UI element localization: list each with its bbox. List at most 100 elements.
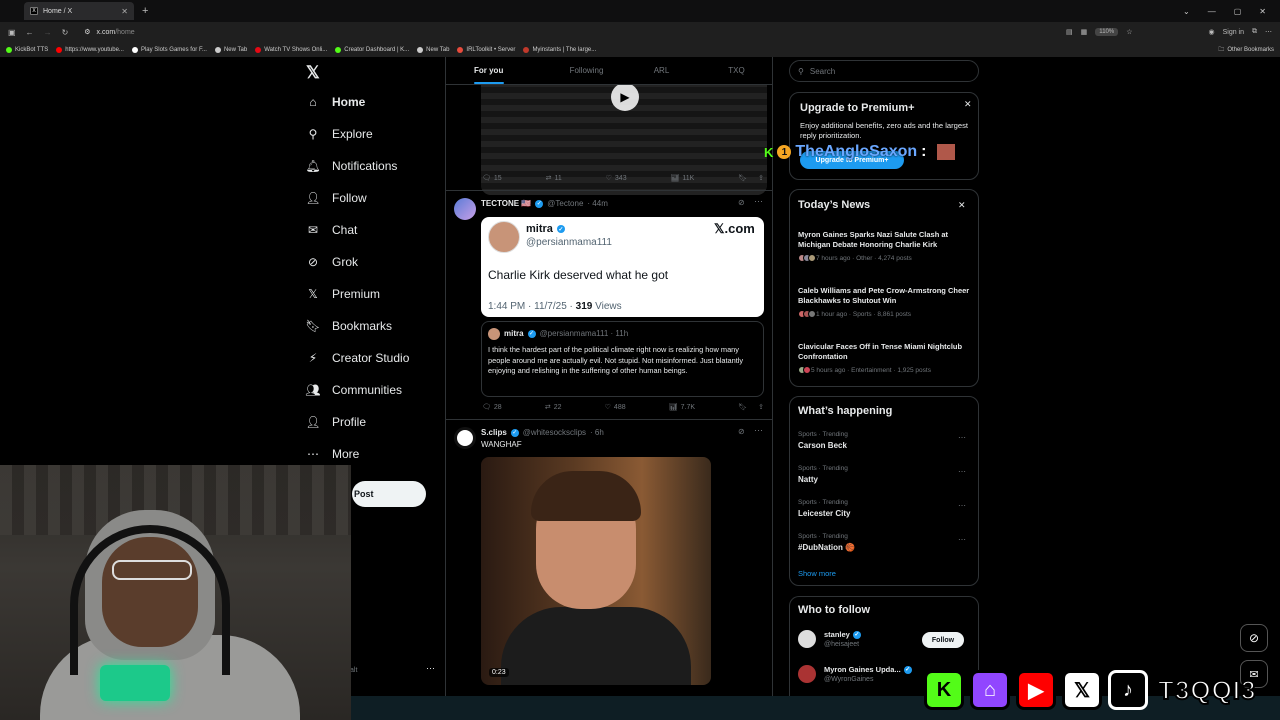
sidebar-toggle-icon[interactable]: ▣ (8, 28, 16, 37)
video-player[interactable]: 0:23 (481, 457, 711, 685)
grok-icon[interactable]: ⊘ (738, 427, 745, 436)
screenshot-icon[interactable]: ▦ (1081, 28, 1088, 36)
repost-button[interactable]: ⇄ 11 (546, 174, 562, 183)
minimize-icon[interactable]: — (1208, 7, 1216, 16)
browser-tab[interactable]: X Home / X ✕ (24, 2, 134, 20)
sign-in-label[interactable]: Sign in (1223, 29, 1244, 36)
repost-button[interactable]: ⇄ 22 (545, 403, 562, 412)
nav-premium[interactable]: 𝕏 Premium (306, 287, 380, 301)
trend-item[interactable]: Sports · Trending Carson Beck ⋯ (798, 431, 972, 450)
nav-follow[interactable]: 👤︎ Follow (305, 191, 366, 205)
trend-item[interactable]: Sports · Trending Natty ⋯ (798, 465, 972, 484)
avatar[interactable] (454, 198, 476, 220)
sub-badge: 1 (777, 145, 792, 159)
account-switcher[interactable]: alt ⋯ (350, 663, 450, 674)
bookmark-item[interactable]: https://www.youtube... (56, 46, 124, 53)
close-tab-icon[interactable]: ✕ (121, 7, 128, 16)
bookmark-item[interactable]: Myinstants | The large... (523, 46, 596, 53)
back-icon[interactable]: ← (26, 28, 34, 37)
views-button[interactable]: 📊︎ 7.7K (669, 403, 695, 412)
follow-button[interactable]: Follow (922, 632, 964, 648)
nav-home[interactable]: ⌂ Home (306, 95, 365, 109)
more-icon[interactable]: ⋯ (754, 196, 763, 207)
close-icon[interactable]: ✕ (964, 99, 972, 110)
maximize-icon[interactable]: ▢ (1234, 7, 1242, 16)
nav-grok[interactable]: ⊘ Grok (306, 255, 358, 269)
tab-list-icon[interactable]: ⌄ (1183, 7, 1190, 16)
bookmark-item[interactable]: Play Slots Games for F... (131, 46, 207, 53)
site-info-icon[interactable]: ⚙ (84, 28, 90, 36)
bookmark-item[interactable]: Watch TV Shows Onli... (255, 46, 327, 53)
trend-item[interactable]: Sports · Trending Leicester City ⋯ (798, 499, 972, 518)
tab-arl[interactable]: ARL (624, 57, 699, 84)
forward-icon[interactable]: → (44, 28, 52, 37)
tab-for-you[interactable]: For you (446, 57, 549, 84)
bookmark-item[interactable]: New Tab (214, 46, 247, 53)
avatar[interactable] (454, 427, 476, 449)
nav-profile[interactable]: 👤︎ Profile (305, 415, 366, 429)
other-bookmarks[interactable]: 🗀 Other Bookmarks (1218, 45, 1274, 55)
news-item[interactable]: Myron Gaines Sparks Nazi Salute Clash at… (798, 230, 972, 262)
post-author-name[interactable]: TECTONE 🇺🇸 (481, 199, 531, 208)
account-handle: alt (350, 667, 358, 674)
trend-item[interactable]: Sports · Trending #DubNation 🏀 ⋯ (798, 533, 972, 552)
post-button[interactable]: Post (352, 481, 426, 507)
x-logo-icon: 𝕏 (1062, 670, 1102, 710)
tab-following[interactable]: Following (549, 57, 624, 84)
menu-icon[interactable]: ⋯ (1265, 28, 1272, 36)
more-icon[interactable]: ⋯ (958, 433, 966, 442)
news-item[interactable]: Caleb Williams and Pete Crow-Armstrong C… (798, 286, 972, 318)
share-icon[interactable]: ⇪ (758, 403, 764, 411)
views-button[interactable]: 📊︎ 11K (670, 174, 694, 183)
post-author-handle[interactable]: @whitesocksclips (523, 428, 586, 437)
post-author-handle[interactable]: @Tectone (547, 199, 583, 208)
search-input[interactable]: ⚲ Search (789, 60, 979, 82)
more-icon[interactable]: ⋯ (958, 501, 966, 510)
follow-suggestion[interactable]: stanley ✓ @heisajeet Follow (798, 630, 972, 648)
star-icon[interactable]: ☆ (1126, 28, 1132, 36)
share-icon[interactable]: ⇪ (758, 174, 764, 182)
bookmark-button[interactable]: 🔖︎ ⇪ (738, 174, 764, 182)
close-icon[interactable]: ✕ (958, 200, 966, 211)
twitch-logo-icon: ⌂ (970, 670, 1010, 710)
bookmark-item[interactable]: IRLToolkit • Server (457, 46, 515, 53)
news-item[interactable]: Clavicular Faces Off in Tense Miami Nigh… (798, 342, 972, 374)
post-author-name[interactable]: S.clips (481, 428, 507, 437)
close-window-icon[interactable]: ✕ (1259, 7, 1266, 16)
extensions-icon[interactable]: ⧉ (1252, 28, 1257, 36)
nav-creator-studio[interactable]: ⚡︎ Creator Studio (306, 351, 410, 365)
nav-explore[interactable]: ⚲ Explore (306, 127, 373, 141)
nav-notifications[interactable]: 🔔︎ Notifications (305, 159, 397, 173)
bookmark-item[interactable]: New Tab (417, 46, 449, 53)
tab-txq[interactable]: TXQ (699, 57, 772, 84)
account-icon[interactable]: ◉ (1208, 28, 1214, 36)
new-tab-button[interactable]: + (142, 5, 148, 17)
reader-icon[interactable]: ▤ (1066, 28, 1073, 36)
more-icon[interactable]: ⋯ (754, 425, 763, 436)
more-icon[interactable]: ⋯ (958, 535, 966, 544)
like-button[interactable]: ♡ 343 (606, 174, 627, 183)
nav-communities[interactable]: 👥︎ Communities (305, 383, 402, 397)
bookmark-button[interactable]: 🔖︎ ⇪ (738, 403, 764, 411)
reload-icon[interactable]: ↻ (62, 28, 69, 37)
show-more-link[interactable]: Show more (798, 569, 836, 578)
reply-button[interactable]: 🗨︎ 28 (482, 403, 502, 412)
grok-floating-button[interactable]: ⊘ (1240, 624, 1268, 652)
nav-more[interactable]: ⋯ More (306, 447, 359, 461)
nav-bookmarks[interactable]: 🔖︎ Bookmarks (305, 319, 392, 333)
tab-bar: X Home / X ✕ + ⌄ — ▢ ✕ (0, 0, 1280, 22)
bookmark-item[interactable]: Creator Dashboard | K... (335, 46, 409, 53)
zoom-indicator[interactable]: 110% (1095, 28, 1119, 36)
post-time[interactable]: · 44m (587, 199, 607, 208)
lightning-icon: ⚡︎ (308, 351, 318, 365)
more-icon[interactable]: ⋯ (958, 467, 966, 476)
x-logo-icon[interactable]: 𝕏 (306, 63, 320, 83)
grok-icon[interactable]: ⊘ (738, 198, 745, 207)
bookmark-item[interactable]: KickBot TTS (6, 46, 48, 53)
nav-chat[interactable]: ✉ Chat (306, 223, 357, 237)
address-bar[interactable]: ⚙ x.com/home (78, 24, 1056, 40)
globe-icon (417, 46, 424, 53)
reply-button[interactable]: 🗨︎ 15 (482, 174, 502, 183)
like-button[interactable]: ♡ 488 (605, 403, 626, 412)
post-time[interactable]: · 6h (590, 428, 604, 437)
